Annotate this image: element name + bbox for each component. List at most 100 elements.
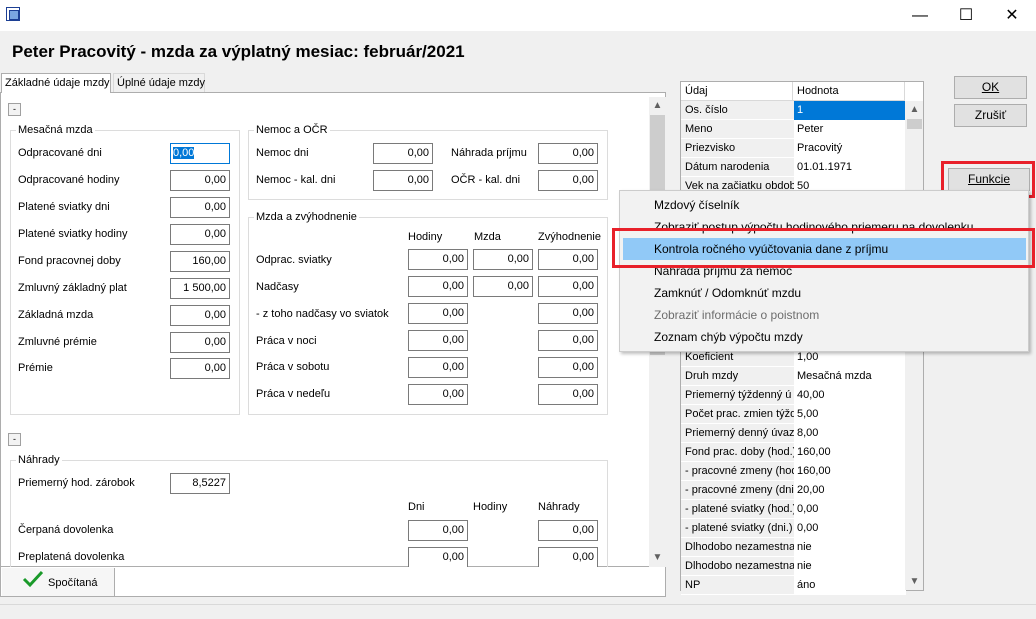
ocr-kal-dni-input[interactable]: 0,00 — [538, 170, 598, 191]
zakladna-mzda-input[interactable]: 0,00 — [170, 305, 230, 326]
grid-row-key[interactable]: NP — [681, 576, 794, 595]
grid-row-key[interactable]: Meno — [681, 120, 794, 139]
maximize-button[interactable]: ☐ — [943, 0, 989, 31]
nemoc-kal-dni-input[interactable]: 0,00 — [373, 170, 433, 191]
grid-row-value[interactable]: nie — [794, 538, 906, 557]
nadcasy-mzda-input[interactable]: 0,00 — [473, 276, 533, 297]
grid-row-key[interactable]: Priemerný denný úvaz — [681, 424, 794, 443]
nadcasy-zvyhodnenie-input[interactable]: 0,00 — [538, 276, 598, 297]
zmluvne-premie-input[interactable]: 0,00 — [170, 332, 230, 353]
grid-row-key[interactable]: Os. číslo — [681, 101, 794, 120]
odprac-sviatky-zvyhodnenie-input[interactable]: 0,00 — [538, 249, 598, 270]
grid-row-value[interactable]: Peter — [794, 120, 906, 139]
grid-row-value[interactable]: áno — [794, 576, 906, 595]
field-label: Preplatená dovolenka — [18, 551, 125, 563]
ok-button[interactable]: OK — [954, 76, 1027, 99]
grid-row-key[interactable]: - pracovné zmeny (hod — [681, 462, 794, 481]
nadcasy-hodiny-input[interactable]: 0,00 — [408, 276, 468, 297]
grid-row-value[interactable]: 40,00 — [794, 386, 906, 405]
grid-row-key[interactable]: Dlhodobo nezamestnaı — [681, 557, 794, 576]
nadcasy-sviatok-hodiny-input[interactable]: 0,00 — [408, 303, 468, 324]
nadcasy-sviatok-zvyhodnenie-input[interactable]: 0,00 — [538, 303, 598, 324]
grid-row-key[interactable]: - pracovné zmeny (dni. — [681, 481, 794, 500]
priemerny-hod-zarobok-input[interactable]: 8,5227 — [170, 473, 230, 494]
minimize-button[interactable]: — — [897, 0, 943, 31]
field-label: Nemoc dni — [256, 147, 309, 159]
praca-v-nedelu-hodiny-input[interactable]: 0,00 — [408, 384, 468, 405]
grid-row-value[interactable]: 5,00 — [794, 405, 906, 424]
field-label: Odprac. sviatky — [256, 254, 332, 266]
grid-row-value[interactable]: Pracovitý — [794, 139, 906, 158]
preplatena-dovolenka-nahrady-input[interactable]: 0,00 — [538, 547, 598, 568]
title-bar — [0, 0, 1036, 31]
grid-header-hodnota[interactable]: Hodnota — [793, 82, 905, 101]
nemoc-dni-input[interactable]: 0,00 — [373, 143, 433, 164]
grid-scrollbar-thumb[interactable] — [907, 119, 922, 129]
section1-collapse-button[interactable]: - — [8, 103, 21, 116]
zmluvny-zakladny-plat-input[interactable]: 1 500,00 — [170, 278, 230, 299]
tab-uplne-udaje[interactable]: Úplné údaje mzdy — [113, 73, 205, 93]
field-label: Práca v noci — [256, 335, 317, 347]
scroll-down-arrow-icon[interactable]: ▼ — [649, 549, 666, 566]
cancel-button[interactable]: Zrušiť — [954, 104, 1027, 127]
grid-row-value[interactable]: Mesačná mzda — [794, 367, 906, 386]
platene-sviatky-hodiny-input[interactable]: 0,00 — [170, 224, 230, 245]
grid-header-udaj[interactable]: Údaj — [681, 82, 793, 101]
nahrady-title: Náhrady — [16, 454, 62, 466]
grid-row-value[interactable]: 160,00 — [794, 443, 906, 462]
grid-row-key[interactable]: Priezvisko — [681, 139, 794, 158]
grid-row-value[interactable]: 8,00 — [794, 424, 906, 443]
grid-row-key[interactable]: Počet prac. zmien týžd — [681, 405, 794, 424]
field-label: Priemerný hod. zárobok — [18, 477, 135, 489]
grid-scroll-down-icon[interactable]: ▼ — [906, 573, 923, 590]
scroll-up-arrow-icon[interactable]: ▲ — [649, 97, 666, 114]
grid-row-value[interactable]: 20,00 — [794, 481, 906, 500]
praca-v-sobotu-hodiny-input[interactable]: 0,00 — [408, 357, 468, 378]
page-title: Peter Pracovitý - mzda za výplatný mesia… — [12, 42, 465, 61]
grid-row-value[interactable]: 0,00 — [794, 500, 906, 519]
praca-v-noci-zvyhodnenie-input[interactable]: 0,00 — [538, 330, 598, 351]
field-label: Práca v sobotu — [256, 361, 330, 373]
odpracovane-hodiny-input[interactable]: 0,00 — [170, 170, 230, 191]
grid-scroll-up-icon[interactable]: ▲ — [906, 101, 923, 118]
grid-row-key[interactable]: - platené sviatky (hod.) — [681, 500, 794, 519]
grid-row-value[interactable]: 01.01.1971 — [794, 158, 906, 177]
praca-v-noci-hodiny-input[interactable]: 0,00 — [408, 330, 468, 351]
odpracovane-dni-input[interactable]: 0,00 — [170, 143, 230, 164]
field-label: - z toho nadčasy vo sviatok — [256, 308, 389, 320]
section2-collapse-button[interactable]: - — [8, 433, 21, 446]
grid-row-key[interactable]: - platené sviatky (dni.) — [681, 519, 794, 538]
grid-row-key[interactable]: Druh mzdy — [681, 367, 794, 386]
grid-row-key[interactable]: Fond prac. doby (hod.) — [681, 443, 794, 462]
premie-input[interactable]: 0,00 — [170, 358, 230, 379]
menu-item-zamknut-odomknut[interactable]: Zamknúť / Odomknúť mzdu — [620, 282, 1028, 304]
grid-row-value[interactable]: 160,00 — [794, 462, 906, 481]
field-label: Platené sviatky hodiny — [18, 228, 128, 240]
grid-row-key[interactable]: Dátum narodenia — [681, 158, 794, 177]
app-window-icon[interactable] — [6, 7, 20, 21]
tab-zakladne-udaje[interactable]: Základné údaje mzdy — [1, 73, 111, 93]
grid-row-value[interactable]: 0,00 — [794, 519, 906, 538]
cerpana-dovolenka-nahrady-input[interactable]: 0,00 — [538, 520, 598, 541]
grid-row-key[interactable]: Dlhodobo nezamestnaı — [681, 538, 794, 557]
odprac-sviatky-hodiny-input[interactable]: 0,00 — [408, 249, 468, 270]
praca-v-nedelu-zvyhodnenie-input[interactable]: 0,00 — [538, 384, 598, 405]
preplatena-dovolenka-dni-input[interactable]: 0,00 — [408, 547, 468, 568]
column-header-nahrady: Náhrady — [538, 501, 580, 513]
praca-v-sobotu-zvyhodnenie-input[interactable]: 0,00 — [538, 357, 598, 378]
grid-row-value[interactable]: nie — [794, 557, 906, 576]
platene-sviatky-dni-input[interactable]: 0,00 — [170, 197, 230, 218]
menu-item-zoznam-chyb[interactable]: Zoznam chýb výpočtu mzdy — [620, 326, 1028, 348]
functions-context-menu: Mzdový číselník Zobraziť postup výpočtu … — [619, 190, 1029, 352]
odprac-sviatky-mzda-input[interactable]: 0,00 — [473, 249, 533, 270]
fond-pracovnej-doby-input[interactable]: 160,00 — [170, 251, 230, 272]
nahrada-prijmu-input[interactable]: 0,00 — [538, 143, 598, 164]
menu-item-mzdovy-ciselnik[interactable]: Mzdový číselník — [620, 194, 1028, 216]
grid-row-value[interactable]: 1 — [794, 101, 906, 120]
field-label: Nemoc - kal. dni — [256, 174, 336, 186]
close-button[interactable]: ✕ — [989, 0, 1035, 31]
grid-row-key[interactable]: Priemerný týždenný ú — [681, 386, 794, 405]
field-label: Odpracované hodiny — [18, 174, 120, 186]
cerpana-dovolenka-dni-input[interactable]: 0,00 — [408, 520, 468, 541]
column-header-hodiny: Hodiny — [473, 501, 508, 513]
